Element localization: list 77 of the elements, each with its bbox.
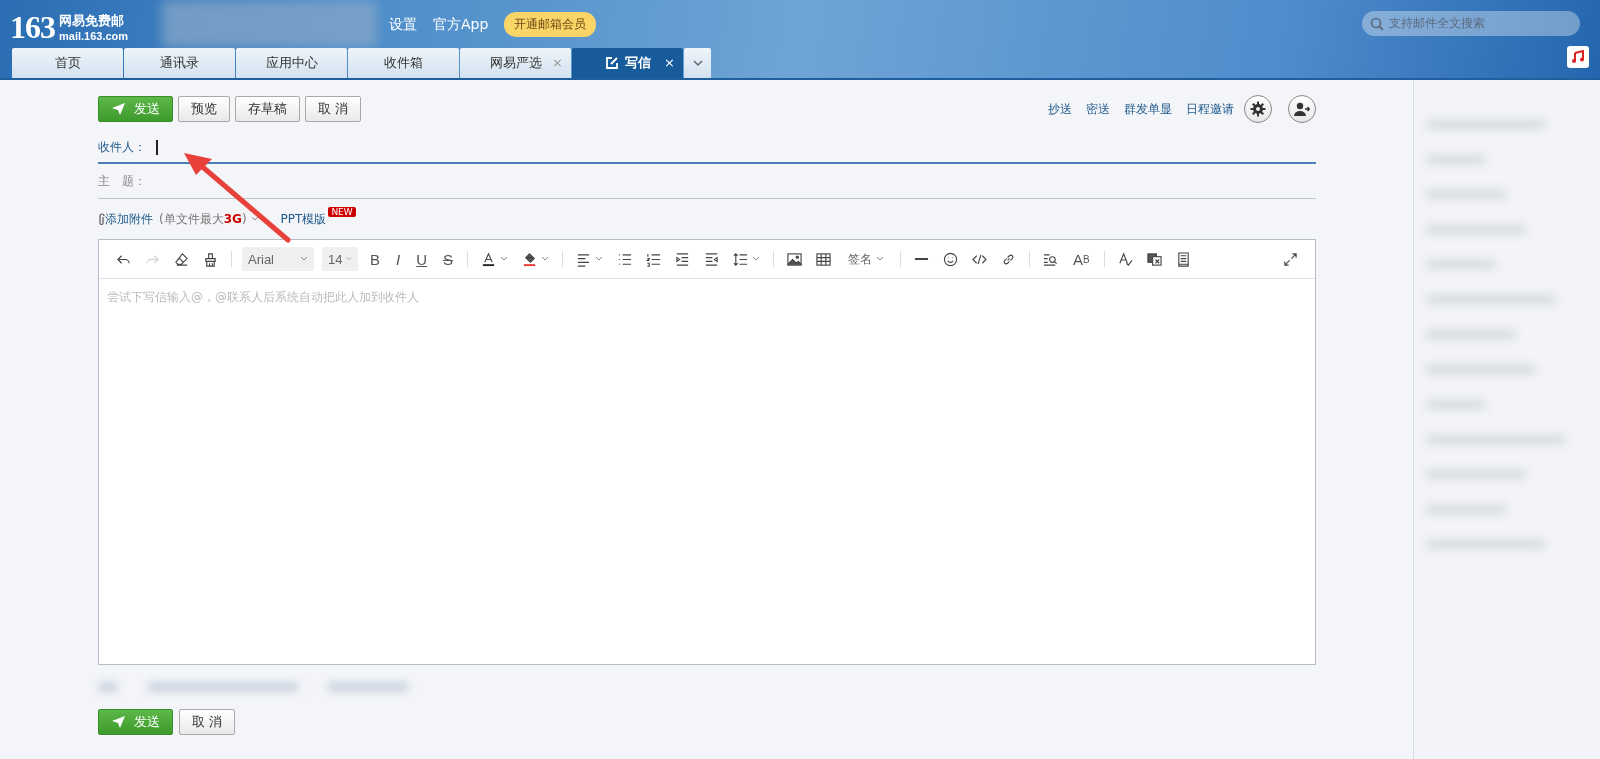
add-contact-button[interactable] xyxy=(1288,95,1316,123)
tab-label: 收件箱 xyxy=(384,54,423,72)
chevron-down-icon xyxy=(692,59,703,67)
underline-button[interactable]: U xyxy=(408,246,436,272)
bullet-list-icon xyxy=(617,251,633,267)
highlight-icon xyxy=(522,251,538,267)
bold-button[interactable]: B xyxy=(362,246,388,272)
numbered-list-icon xyxy=(646,251,662,267)
link-icon xyxy=(1001,251,1017,267)
tab[interactable]: 首页 xyxy=(12,48,123,78)
indent-icon xyxy=(675,251,691,267)
table-icon xyxy=(816,251,832,267)
recipient-field[interactable]: 收件人： xyxy=(98,132,1316,164)
tab-label: 通讯录 xyxy=(160,54,199,72)
music-app-button[interactable] xyxy=(1567,46,1589,68)
outdent-icon xyxy=(704,251,720,267)
search-icon xyxy=(1370,16,1384,31)
option-link[interactable]: 抄送 xyxy=(1048,100,1072,118)
text-cursor xyxy=(156,139,158,155)
body-placeholder: 尝试下写信输入@，@联系人后系统自动把此人加到收件人 xyxy=(107,290,419,304)
tab[interactable]: 写信 × xyxy=(572,48,683,78)
italic-button[interactable]: I xyxy=(388,246,409,272)
strike-button[interactable]: S xyxy=(435,246,462,272)
align-icon xyxy=(576,251,592,267)
paperclip-icon xyxy=(98,212,105,226)
settings-button[interactable] xyxy=(1244,95,1272,123)
tab[interactable]: 通讯录 xyxy=(124,48,235,78)
tab-label: 网易严选 xyxy=(489,54,542,72)
font-color-icon xyxy=(481,251,497,267)
tab-label: 应用中心 xyxy=(265,54,318,72)
paper-plane-icon xyxy=(111,715,126,729)
spellcheck-icon xyxy=(1117,251,1133,267)
tab-label: 写信 xyxy=(624,54,651,72)
toolbar-button[interactable]: 预览 xyxy=(178,96,230,122)
new-badge: NEW xyxy=(328,207,356,217)
logo-domain: mail.163.com xyxy=(59,30,129,42)
add-attachment-link[interactable]: 添加附件 xyxy=(105,210,153,228)
chevron-down-icon xyxy=(250,216,259,222)
search-placeholder: 支持邮件全文搜索 xyxy=(1389,15,1485,32)
recipient-label: 收件人： xyxy=(98,138,147,156)
signature-menu[interactable]: 签名 xyxy=(838,246,895,272)
paper-plane-icon xyxy=(111,102,126,116)
option-link[interactable]: 日程邀请 xyxy=(1186,100,1234,118)
option-link[interactable]: 密送 xyxy=(1086,100,1110,118)
find-icon xyxy=(1043,251,1059,267)
tab[interactable]: 应用中心 xyxy=(236,48,347,78)
template-icon xyxy=(1175,251,1191,267)
font-family-select[interactable]: Arial xyxy=(242,247,314,271)
tab-label: 首页 xyxy=(54,54,81,72)
subject-field[interactable]: 主 题： xyxy=(98,164,1316,199)
tab[interactable]: 收件箱 xyxy=(348,48,459,78)
edit-icon xyxy=(604,56,619,70)
settings-icon xyxy=(1250,101,1266,117)
chevron-down-icon xyxy=(876,256,885,262)
font-size-select[interactable]: 14 xyxy=(322,247,358,271)
chevron-down-icon xyxy=(346,256,352,262)
toolbar-button[interactable]: 取 消 xyxy=(179,709,236,735)
attachment-size-note: (单文件最大3G) xyxy=(159,210,247,228)
option-link[interactable]: 群发单显 xyxy=(1124,100,1172,118)
vip-button[interactable]: 开通邮箱会员 xyxy=(504,12,597,37)
line-height-icon xyxy=(733,251,749,267)
toolbar-button[interactable]: 存草稿 xyxy=(235,96,300,122)
music-note-icon xyxy=(1571,50,1585,64)
fullscreen-icon xyxy=(1283,251,1298,267)
chevron-down-icon xyxy=(300,256,308,262)
image-icon xyxy=(787,251,803,267)
subject-label: 主 题： xyxy=(98,172,147,190)
horizontal-rule-icon xyxy=(914,257,930,261)
logo-number: 163 xyxy=(10,9,55,46)
tab[interactable]: 网易严选 × xyxy=(460,48,571,78)
add-person-icon xyxy=(1294,102,1310,116)
toolbar-button[interactable]: 取 消 xyxy=(305,96,362,122)
translate-icon xyxy=(1146,251,1162,267)
tab-close-button[interactable]: × xyxy=(664,55,675,70)
logo-name: 网易免费邮 xyxy=(59,13,125,30)
ppt-template-link[interactable]: PPT模版 xyxy=(280,210,327,228)
emoji-icon xyxy=(943,251,959,267)
